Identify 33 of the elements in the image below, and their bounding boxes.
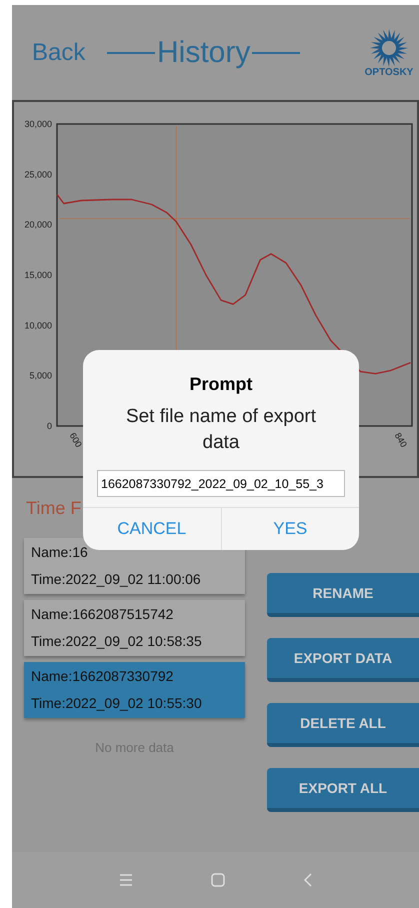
y-tick-label: 25,000	[24, 169, 52, 180]
record-time: Time:2022_09_02 11:00:06	[31, 570, 201, 589]
action-button[interactable]: RENAME	[267, 573, 419, 617]
y-tick-label: 30,000	[24, 119, 52, 129]
dialog-title: Prompt	[190, 373, 252, 396]
y-tick-label: 0	[46, 421, 52, 431]
x-tick-label: 600	[68, 431, 84, 450]
action-button[interactable]: EXPORT ALL	[267, 768, 419, 812]
back-link[interactable]: Back	[32, 34, 107, 70]
record-time: Time:2022_09_02 10:55:30	[31, 694, 202, 713]
logo-icon	[369, 28, 409, 68]
time-filter-label: Time F	[26, 496, 82, 520]
file-name-field[interactable]: 1662087330792_2022_09_02_10_55_3	[97, 470, 345, 497]
back-icon[interactable]	[302, 873, 312, 887]
y-tick-label: 10,000	[24, 320, 52, 330]
dialog-button[interactable]: YES	[220, 508, 359, 550]
record-time: Time:2022_09_02 10:58:35	[31, 632, 202, 651]
y-tick-label: 15,000	[24, 270, 52, 280]
dialog-message: Set file name of export data	[124, 405, 318, 455]
record-name: Name:1662087515742	[31, 605, 174, 624]
record-name: Name:1662087330792	[31, 667, 174, 686]
y-tick-label: 5,000	[29, 370, 52, 381]
record-item[interactable]: Name:1662087330792 Time:2022_09_02 10:55:30	[24, 662, 245, 718]
logo-text: OPTOSKY	[364, 68, 414, 78]
x-tick-label: 840	[392, 431, 409, 450]
home-icon[interactable]	[210, 873, 224, 887]
y-tick-label: 20,000	[24, 220, 52, 230]
action-button[interactable]: DELETE ALL	[267, 703, 419, 747]
record-item[interactable]: Name:1662087515742 Time:2022_09_02 10:58:35	[24, 600, 245, 656]
action-button[interactable]: EXPORT DATA	[267, 638, 419, 682]
menu-icon[interactable]	[118, 874, 132, 886]
record-name: Name:16	[31, 543, 88, 562]
page-title: History	[156, 35, 252, 71]
